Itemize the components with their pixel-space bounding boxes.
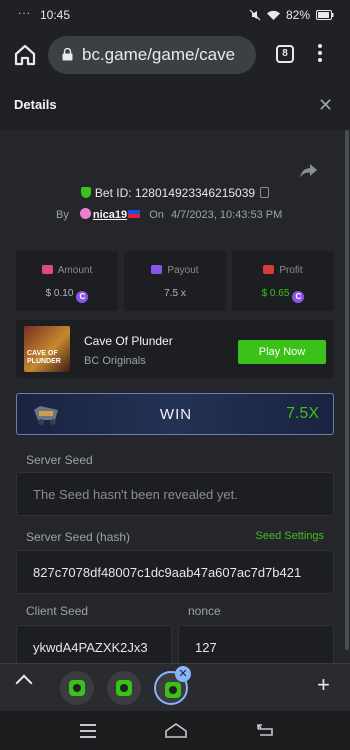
- stat-label: Profit: [279, 265, 303, 276]
- close-tab-icon[interactable]: ✕: [175, 666, 191, 682]
- on-label: On: [149, 209, 164, 221]
- username: nica19: [92, 209, 128, 221]
- flag-icon: [128, 210, 141, 218]
- tab-thumbnail[interactable]: [107, 671, 141, 705]
- bc-game-favicon-icon: [69, 680, 85, 696]
- stat-label: Amount: [57, 265, 93, 276]
- result-banner: WIN 7.5X: [16, 393, 334, 435]
- server-seed-value: The Seed hasn't been revealed yet.: [33, 487, 238, 502]
- battery-icon: [316, 10, 334, 20]
- seed-settings-link[interactable]: Seed Settings: [256, 530, 325, 542]
- share-icon[interactable]: [300, 163, 318, 179]
- verified-shield-icon: [80, 187, 91, 198]
- bet-datetime: 4/7/2023, 10:43:53 PM: [170, 209, 283, 221]
- home-nav-icon[interactable]: [164, 722, 188, 738]
- status-icons: 82%: [249, 8, 334, 22]
- battery-percent: 82%: [285, 8, 310, 22]
- server-seed-field[interactable]: The Seed hasn't been revealed yet.: [16, 472, 334, 516]
- bottom-tab-strip: ✕ +: [0, 663, 350, 711]
- url-text: bc.game/game/cave: [82, 45, 236, 64]
- status-bar: ··· 10:45 82%: [0, 0, 350, 30]
- game-thumbnail[interactable]: CAVE OF PLUNDER: [24, 326, 70, 372]
- address-bar[interactable]: bc.game/game/cave: [48, 36, 256, 74]
- stat-label: Payout: [167, 265, 199, 276]
- bet-meta-row: By nica19 On 4/7/2023, 10:43:53 PM: [56, 208, 282, 221]
- lock-icon: [62, 48, 73, 61]
- stat-profit: Profit $ 0.65 C: [232, 251, 334, 311]
- avatar: [79, 208, 91, 219]
- by-label: By: [56, 209, 69, 221]
- bet-id-row: Bet ID: 128014923346215039: [0, 186, 350, 200]
- copy-icon[interactable]: [260, 187, 270, 198]
- dialog-title: Details: [14, 97, 57, 112]
- coin-icon: C: [76, 291, 89, 303]
- username-link[interactable]: nica19: [79, 208, 141, 221]
- close-icon[interactable]: ✕: [318, 96, 333, 114]
- recent-apps-icon[interactable]: [80, 724, 96, 742]
- tab-switcher-button[interactable]: 8: [276, 45, 294, 63]
- game-category: BC Originals: [84, 355, 146, 367]
- server-seed-label: Server Seed: [26, 453, 93, 467]
- back-icon[interactable]: [256, 723, 276, 737]
- details-header: Details ✕: [0, 80, 350, 130]
- server-seed-hash-field[interactable]: 827c7078df48007c1dc9aab47a607ac7d7b421: [16, 550, 334, 594]
- thumbnail-title: CAVE OF PLUNDER: [27, 350, 61, 365]
- bc-game-favicon-icon: [116, 680, 132, 696]
- stat-value: $ 0.65: [261, 288, 290, 299]
- bet-details-page: Details ✕ Bet ID: 128014923346215039 By …: [0, 80, 350, 663]
- status-time: 10:45: [40, 8, 71, 22]
- home-icon[interactable]: [12, 42, 38, 68]
- stat-amount: Amount $ 0.10 C: [16, 251, 118, 311]
- signal-dots-icon: ···: [18, 8, 31, 19]
- game-name: Cave Of Plunder: [84, 334, 173, 348]
- stat-value: 7.5 x: [164, 288, 186, 299]
- more-menu-icon[interactable]: [318, 44, 324, 65]
- play-now-button[interactable]: Play Now: [238, 340, 326, 364]
- nonce-value: 127: [195, 640, 217, 655]
- client-seed-value: ykwdA4PAZXK2Jx3: [33, 640, 148, 655]
- tab-thumbnail[interactable]: [60, 671, 94, 705]
- client-seed-label: Client Seed: [26, 604, 89, 618]
- mute-icon: [249, 9, 261, 21]
- nonce-field[interactable]: 127: [178, 625, 334, 663]
- profit-icon: [263, 265, 275, 274]
- coin-icon: C: [292, 291, 305, 303]
- server-seed-hash-label: Server Seed (hash): [26, 530, 131, 544]
- bc-game-favicon-icon: [165, 682, 181, 698]
- system-nav-bar: [0, 711, 350, 750]
- nonce-label: nonce: [188, 604, 221, 618]
- stat-value: $ 0.10: [45, 288, 74, 299]
- chevron-up-icon[interactable]: [15, 674, 33, 692]
- new-tab-icon[interactable]: +: [317, 674, 330, 696]
- client-seed-field[interactable]: ykwdA4PAZXK2Jx3: [16, 625, 172, 663]
- stat-payout: Payout 7.5 x: [124, 251, 226, 311]
- server-seed-hash-value: 827c7078df48007c1dc9aab47a607ac7d7b421: [33, 565, 302, 580]
- scrollbar[interactable]: [345, 130, 349, 650]
- wifi-icon: [266, 10, 280, 20]
- payout-icon: [151, 265, 163, 274]
- game-card: CAVE OF PLUNDER Cave Of Plunder BC Origi…: [16, 320, 334, 378]
- browser-toolbar: bc.game/game/cave 8: [0, 30, 350, 80]
- amount-icon: [41, 265, 53, 274]
- result-multiplier: 7.5X: [286, 405, 319, 422]
- bet-id: Bet ID: 128014923346215039: [94, 186, 256, 200]
